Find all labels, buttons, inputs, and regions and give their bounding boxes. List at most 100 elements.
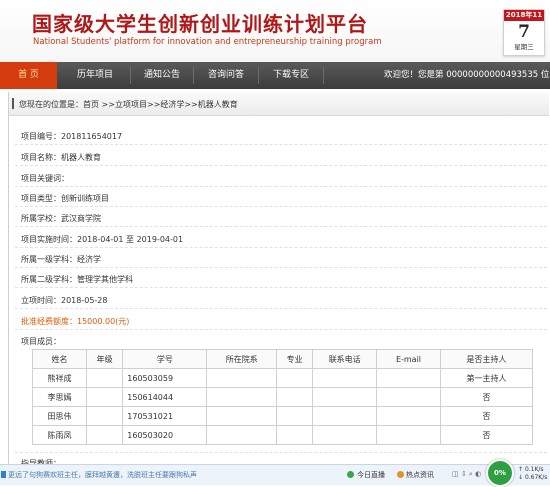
news-icon	[1, 471, 6, 478]
nav-home[interactable]: 首 页	[0, 62, 57, 89]
site-header: 国家级大学生创新创业训练计划平台 National Students' plat…	[0, 0, 550, 62]
nav-notices[interactable]: 通知公告	[131, 62, 193, 89]
member-department	[206, 406, 277, 426]
col-major: 专业	[275, 349, 314, 369]
member-department	[206, 368, 277, 388]
welcome-text: 欢迎您！您是第 00000000000493535 位访客	[384, 70, 550, 80]
member-grade	[85, 406, 124, 426]
project-discipline-2: 所属二级学科：管理学其他学科	[21, 275, 133, 284]
divider	[15, 247, 547, 248]
project-detail-panel: 您现在的位置是：首页 >>立项项目>>经济学>>机器人教育 项目编号：20181…	[8, 92, 549, 468]
nav-divider	[323, 67, 324, 84]
member-grade	[85, 425, 124, 445]
table-row: 陈雨凤 160503020 否	[32, 425, 534, 445]
table-row: 熊祥成 160503059 第一主持人	[32, 368, 534, 388]
member-name: 田思伟	[32, 406, 87, 426]
member-role: 否	[439, 387, 534, 407]
project-discipline-1: 所属一级学科：经济学	[21, 255, 101, 264]
col-student-id: 学号	[122, 349, 208, 369]
browser-status-bar: 更远了句狗赛欢班主任，膜拜越黄遭，洗脱班主任要跟狗私声 今日直播 热点资讯 ◫ …	[0, 464, 550, 485]
divider	[15, 329, 547, 330]
table-row: 李思嫣 150614044 否	[32, 387, 534, 407]
member-name: 李思嫣	[32, 387, 87, 407]
live-icon	[347, 471, 354, 478]
table-row: 田思伟 170531021 否	[32, 406, 534, 426]
calendar-month: 2018年11	[504, 10, 544, 21]
member-grade	[85, 387, 124, 407]
member-email	[376, 406, 441, 426]
member-department	[206, 425, 277, 445]
divider	[15, 165, 547, 166]
project-approved-date: 立项时间：2018-05-28	[21, 296, 108, 305]
project-period: 项目实施时间：2018-04-01 至 2019-04-01	[21, 235, 184, 244]
breadcrumb[interactable]: 您现在的位置是：首页 >>立项项目>>经济学>>机器人教育	[19, 99, 238, 110]
divider	[15, 308, 547, 309]
hot-news-icon	[397, 471, 404, 478]
calendar-day: 7	[518, 22, 530, 42]
member-role: 第一主持人	[439, 368, 534, 388]
member-phone	[312, 368, 378, 388]
member-phone	[312, 387, 378, 407]
col-email: E-mail	[376, 349, 441, 369]
member-email	[376, 368, 441, 388]
members-table: 姓名 年级 学号 所在院系 专业 联系电话 E-mail 是否主持人 熊祥成 1…	[32, 349, 534, 445]
news-ticker[interactable]: 更远了句狗赛欢班主任，膜拜越黄遭，洗脱班主任要跟狗私声	[8, 470, 197, 480]
member-student-id: 160503020	[122, 425, 208, 445]
member-role: 否	[439, 406, 534, 426]
member-name: 熊祥成	[32, 368, 87, 388]
col-phone: 联系电话	[312, 349, 378, 369]
divider	[15, 144, 547, 145]
nav-past-projects[interactable]: 历年项目	[62, 62, 128, 89]
project-school: 所属学校：武汉商学院	[21, 214, 101, 223]
download-speed: ↓ 0.67K/s	[518, 474, 548, 481]
upload-speed: ↑ 0.1K/s	[518, 466, 544, 473]
divider	[15, 267, 547, 268]
member-student-id: 160503059	[122, 368, 208, 388]
col-is-leader: 是否主持人	[439, 349, 534, 369]
member-name: 陈雨凤	[32, 425, 87, 445]
main-nav: 首 页 历年项目 通知公告 咨询问答 下载专区 欢迎您！您是第 00000000…	[0, 62, 550, 89]
upload-speed-value: 0.1K/s	[524, 466, 544, 473]
download-speed-value: 0.67K/s	[524, 474, 548, 481]
member-grade	[85, 368, 124, 388]
site-title: 国家级大学生创新创业训练计划平台	[32, 12, 368, 36]
divider	[15, 186, 547, 187]
project-type: 项目类型：创新训练项目	[21, 194, 109, 203]
live-link[interactable]: 今日直播	[357, 470, 385, 480]
project-name: 项目名称：机器人教育	[21, 153, 101, 162]
hot-news-link[interactable]: 热点资讯	[406, 470, 434, 480]
member-phone	[312, 406, 378, 426]
member-major	[275, 406, 314, 426]
member-major	[275, 425, 314, 445]
breadcrumb-bar: 您现在的位置是：首页 >>立项项目>>经济学>>机器人教育	[9, 92, 549, 116]
member-email	[376, 425, 441, 445]
site-subtitle: National Students' platform for innovati…	[33, 37, 382, 47]
member-major	[275, 368, 314, 388]
member-student-id: 170531021	[122, 406, 208, 426]
project-keywords: 项目关键词：	[21, 174, 69, 183]
member-role: 否	[439, 425, 534, 445]
member-department	[206, 387, 277, 407]
divider	[15, 206, 547, 207]
member-student-id: 150614044	[122, 387, 208, 407]
col-name: 姓名	[32, 349, 87, 369]
calendar-weekday: 星期三	[514, 43, 534, 51]
member-major	[275, 387, 314, 407]
col-department: 所在院系	[206, 349, 277, 369]
project-number: 项目编号：201811654017	[21, 132, 123, 141]
project-funding: 批准经费额度：15000.00(元)	[21, 317, 130, 326]
divider	[15, 287, 547, 288]
member-email	[376, 387, 441, 407]
divider	[15, 226, 547, 227]
col-grade: 年级	[85, 349, 124, 369]
members-label: 项目成员：	[21, 337, 61, 346]
member-phone	[312, 425, 378, 445]
members-header-row: 姓名 年级 学号 所在院系 专业 联系电话 E-mail 是否主持人	[32, 349, 534, 369]
speed-badge[interactable]: 0%	[486, 459, 514, 487]
divider	[15, 452, 547, 453]
calendar-widget: 2018年11 7 星期三	[503, 9, 545, 56]
nav-downloads[interactable]: 下载专区	[259, 62, 323, 89]
nav-faq[interactable]: 咨询问答	[194, 62, 258, 89]
breadcrumb-marker	[12, 98, 14, 109]
toolbar-icons[interactable]: ◫ ⇩ ⌕ ◐	[452, 470, 481, 479]
